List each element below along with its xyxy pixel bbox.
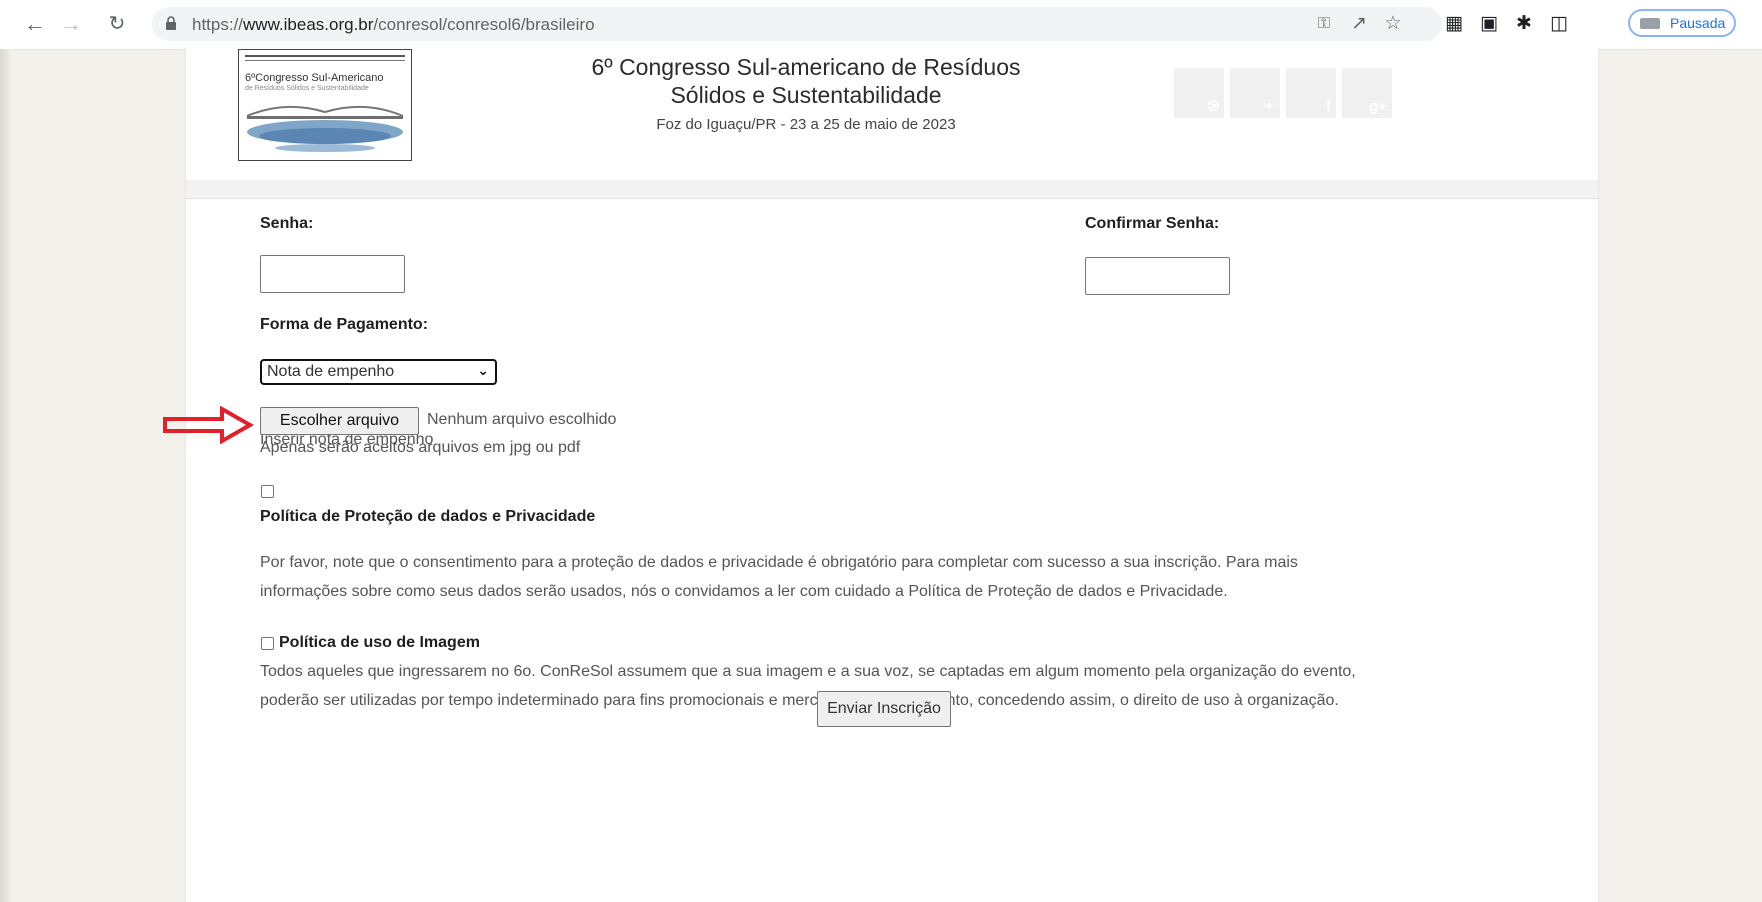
- rss-icon[interactable]: ⧁: [1174, 68, 1224, 118]
- password-label: Senha:: [260, 215, 314, 232]
- image-policy-checkbox[interactable]: [261, 637, 274, 650]
- google-plus-icon[interactable]: g+: [1342, 68, 1392, 118]
- event-date-location: Foz do Iguaçu/PR - 23 a 25 de maio de 20…: [656, 116, 956, 133]
- forward-arrow-icon[interactable]: →: [56, 10, 86, 38]
- side-panel-icon[interactable]: ◫: [1548, 13, 1570, 35]
- file-hint-text: Apenas serão aceitos arquivos em jpg ou …: [260, 439, 581, 456]
- page-edge-shadow: [0, 49, 12, 902]
- confirm-password-label: Confirmar Senha:: [1085, 215, 1220, 232]
- privacy-consent-checkbox[interactable]: [261, 485, 274, 498]
- bridge-water-illustration: [245, 98, 405, 156]
- reload-icon[interactable]: ↻: [102, 10, 132, 38]
- header-divider: [186, 180, 1598, 199]
- twitter-icon[interactable]: ❧: [1230, 68, 1280, 118]
- page-content: 6ºCongresso Sul-Americano de Resíduos Só…: [163, 49, 1599, 902]
- profile-avatar: [1640, 18, 1660, 29]
- privacy-policy-text: Por favor, note que o consentimento para…: [260, 554, 1298, 600]
- browser-toolbar: ← → ↻ https://www.ibeas.org.br/conresol/…: [0, 0, 1762, 50]
- key-icon[interactable]: ⚿: [1313, 13, 1335, 35]
- choose-file-button[interactable]: Escolher arquivo: [260, 407, 419, 435]
- site-header: 6ºCongresso Sul-Americano de Resíduos Só…: [186, 49, 1598, 181]
- bookmark-star-icon[interactable]: ☆: [1382, 13, 1404, 35]
- payment-method-select[interactable]: Nota de empenho ⌄: [260, 359, 497, 385]
- payment-method-label: Forma de Pagamento:: [260, 316, 429, 333]
- lock-icon: [166, 16, 176, 30]
- logo-top-rule: [245, 50, 405, 57]
- address-bar[interactable]: https://www.ibeas.org.br/conresol/conres…: [152, 7, 1442, 41]
- payment-method-selected: Nota de empenho: [267, 363, 395, 380]
- privacy-policy-title: Política de Proteção de dados e Privacid…: [260, 508, 596, 525]
- confirm-password-input[interactable]: [1085, 257, 1230, 295]
- password-input[interactable]: [260, 255, 405, 293]
- congress-logo[interactable]: 6ºCongresso Sul-Americano de Resíduos Só…: [238, 49, 412, 161]
- chevron-down-icon: ⌄: [477, 362, 489, 378]
- profile-paused-button[interactable]: Pausada: [1628, 9, 1736, 37]
- image-policy-title: Política de uso de Imagem: [279, 634, 480, 651]
- submit-registration-button[interactable]: Enviar Inscrição: [817, 691, 951, 727]
- red-arrow-annotation-icon: [163, 406, 255, 444]
- extensions-puzzle-icon[interactable]: ✱: [1513, 13, 1535, 35]
- page-title: 6º Congresso Sul-americano de Resíduos S…: [591, 54, 1021, 108]
- share-icon[interactable]: ↗: [1348, 13, 1370, 35]
- facebook-icon[interactable]: f: [1286, 68, 1336, 118]
- grid-extension-icon[interactable]: ▦: [1443, 13, 1465, 35]
- back-arrow-icon[interactable]: ←: [20, 10, 50, 38]
- url-text: https://www.ibeas.org.br/conresol/conres…: [192, 15, 595, 34]
- logo-rule: [245, 60, 405, 61]
- file-status-text: Nenhum arquivo escolhido: [427, 411, 617, 428]
- picture-in-picture-icon[interactable]: ▣: [1478, 13, 1500, 35]
